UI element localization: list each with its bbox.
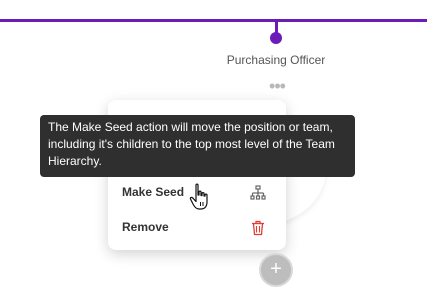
make-seed-label: Make Seed [122, 185, 185, 199]
hand-cursor-icon [189, 183, 208, 210]
remove-menu-item[interactable]: Remove [108, 212, 286, 244]
org-chart-connector-horizontal [0, 19, 427, 22]
hierarchy-icon [250, 185, 266, 200]
node-title: Purchasing Officer [226, 53, 326, 67]
node-connector-dot [270, 32, 282, 44]
trash-icon [252, 220, 264, 236]
more-horizontal-icon[interactable]: ••• [266, 77, 288, 96]
add-node-button[interactable]: + [259, 253, 293, 287]
make-seed-tooltip: The Make Seed action will move the posit… [40, 115, 355, 177]
remove-label: Remove [122, 220, 169, 234]
